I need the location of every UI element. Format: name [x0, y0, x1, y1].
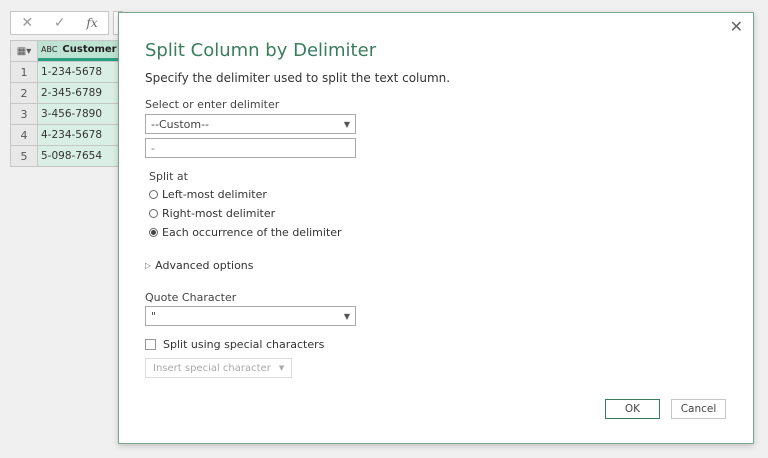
cell-customer-id[interactable]: 3-456-7890	[38, 104, 119, 124]
row-number[interactable]: 5	[11, 146, 38, 166]
table-row: 5 5-098-7654	[10, 146, 120, 167]
cell-customer-id[interactable]: 1-234-5678	[38, 62, 119, 82]
quote-char-label: Quote Character	[145, 291, 237, 304]
split-at-label: Split at	[149, 170, 188, 183]
row-number[interactable]: 3	[11, 104, 38, 124]
close-icon[interactable]: ✕	[730, 17, 743, 36]
text-type-icon[interactable]: ABC	[41, 45, 57, 54]
check-icon[interactable]: ✓	[54, 15, 66, 31]
checkbox-icon	[145, 339, 156, 350]
chevron-down-icon: ▼	[343, 311, 350, 321]
row-number[interactable]: 4	[11, 125, 38, 145]
radio-icon	[149, 190, 158, 199]
table-row: 3 3-456-7890	[10, 104, 120, 125]
split-option-radio[interactable]: Left-most delimiter	[149, 188, 342, 201]
cell-customer-id[interactable]: 5-098-7654	[38, 146, 119, 166]
formula-bar-controls: ✕ ✓ fx	[10, 11, 109, 35]
split-column-dialog: Split Column by Delimiter ✕ Specify the …	[118, 12, 754, 444]
special-chars-checkbox[interactable]: Split using special characters	[145, 338, 324, 351]
data-grid: ▦▾ ABCCustomer ID 11-234-567822-345-6789…	[10, 40, 120, 167]
column-header-customer-id[interactable]: ABCCustomer ID	[38, 41, 119, 61]
cell-customer-id[interactable]: 4-234-5678	[38, 125, 119, 145]
chevron-down-icon: ▼	[278, 364, 285, 372]
fx-icon[interactable]: fx	[86, 16, 97, 30]
cancel-icon[interactable]: ✕	[21, 15, 33, 31]
split-option-radio[interactable]: Each occurrence of the delimiter	[149, 226, 342, 239]
split-option-radio[interactable]: Right-most delimiter	[149, 207, 342, 220]
radio-icon	[149, 209, 158, 218]
table-row: 2 2-345-6789	[10, 83, 120, 104]
dialog-subtitle: Specify the delimiter used to split the …	[145, 71, 451, 85]
quote-char-select[interactable]: " ▼	[145, 306, 356, 326]
table-row: 4 4-234-5678	[10, 125, 120, 146]
table-row: 1 1-234-5678	[10, 62, 120, 83]
delimiter-select[interactable]: --Custom-- ▼	[145, 114, 356, 134]
row-number[interactable]: 2	[11, 83, 38, 103]
cell-customer-id[interactable]: 2-345-6789	[38, 83, 119, 103]
radio-icon	[149, 228, 158, 237]
ok-button[interactable]: OK	[605, 399, 660, 419]
table-icon[interactable]: ▦▾	[11, 41, 38, 61]
cancel-button[interactable]: Cancel	[671, 399, 726, 419]
advanced-options-toggle[interactable]: ▷ Advanced options	[145, 259, 254, 272]
row-number[interactable]: 1	[11, 62, 38, 82]
chevron-down-icon: ▼	[343, 119, 350, 129]
dialog-title: Split Column by Delimiter	[145, 40, 377, 61]
insert-special-char-button[interactable]: Insert special character ▼	[145, 358, 293, 378]
expand-triangle-icon: ▷	[145, 261, 152, 270]
delimiter-label: Select or enter delimiter	[145, 98, 280, 111]
custom-delimiter-input[interactable]: -	[145, 138, 356, 158]
